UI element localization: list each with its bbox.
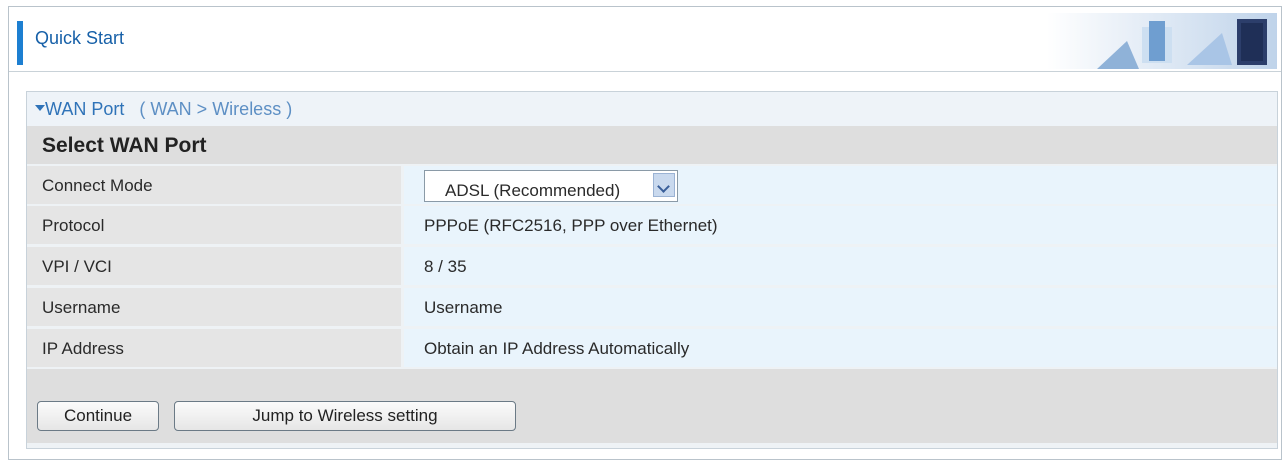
page-title: Quick Start — [35, 28, 125, 48]
row-protocol: Protocol PPPoE (RFC2516, PPP over Ethern… — [27, 206, 1277, 246]
breadcrumb-path: ( WAN > Wireless ) — [139, 99, 293, 119]
row-username: Username Username — [27, 288, 1277, 328]
page-frame: Quick Start WAN Port ( WAN > Wireless ) … — [8, 6, 1282, 460]
vpi-vci-label: VPI / VCI — [42, 257, 112, 276]
protocol-label: Protocol — [42, 216, 105, 235]
row-ip-address: IP Address Obtain an IP Address Automati… — [27, 329, 1277, 369]
protocol-value: PPPoE (RFC2516, PPP over Ethernet) — [424, 216, 718, 235]
vpi-vci-value: 8 / 35 — [424, 257, 467, 276]
breadcrumb-section: WAN Port — [45, 99, 125, 119]
connect-mode-label: Connect Mode — [42, 176, 153, 195]
section-title: Select WAN Port — [42, 134, 207, 157]
header: Quick Start — [9, 7, 1281, 72]
ip-address-label: IP Address — [42, 339, 124, 358]
collapse-triangle-icon[interactable] — [35, 105, 45, 111]
username-value: Username — [424, 298, 503, 317]
username-label: Username — [42, 298, 121, 317]
connect-mode-value: ADSL (Recommended) — [445, 181, 621, 200]
chevron-down-icon[interactable] — [653, 173, 675, 197]
wan-port-panel: WAN Port ( WAN > Wireless ) Select WAN P… — [26, 91, 1278, 449]
connect-mode-select[interactable]: ADSL (Recommended) — [424, 170, 678, 202]
header-accent-bar — [17, 21, 23, 65]
banner-image — [1047, 13, 1277, 69]
row-connect-mode: Connect Mode ADSL (Recommended) — [27, 166, 1277, 206]
breadcrumb: WAN Port ( WAN > Wireless ) — [27, 92, 1277, 127]
button-row: Continue Jump to Wireless setting — [27, 369, 1277, 443]
section-header: Select WAN Port — [27, 126, 1277, 164]
ip-address-value: Obtain an IP Address Automatically — [424, 339, 690, 358]
continue-button[interactable]: Continue — [37, 401, 159, 431]
jump-to-wireless-button[interactable]: Jump to Wireless setting — [174, 401, 516, 431]
row-vpi-vci: VPI / VCI 8 / 35 — [27, 247, 1277, 287]
